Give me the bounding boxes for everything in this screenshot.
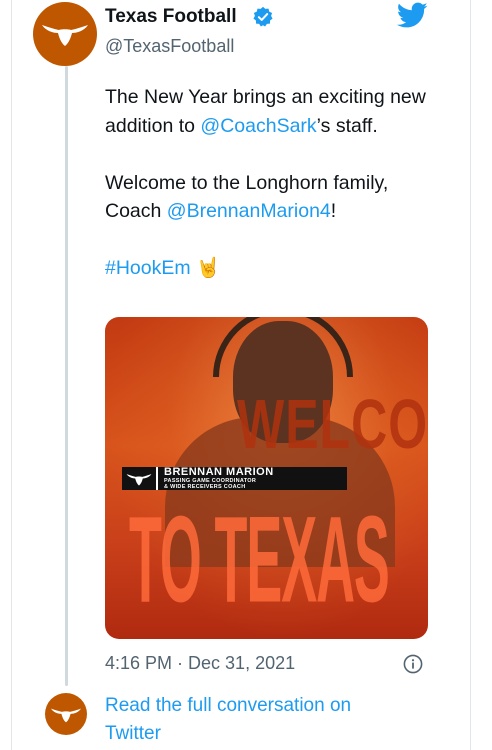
nameplate-info: BRENNAN MARION PASSING GAME COORDINATOR …	[158, 465, 274, 491]
longhorn-logo-icon	[126, 473, 152, 485]
tweet-paragraph-3: #HookEm 🤘	[105, 254, 435, 283]
account-display-name[interactable]: Texas Football	[105, 6, 237, 28]
tweet-text-segment: !	[330, 200, 337, 222]
mention-brennanmarion4-link[interactable]: @BrennanMarion4	[167, 200, 331, 222]
info-icon[interactable]	[403, 654, 423, 674]
tweet-timestamp[interactable]: 4:16 PM · Dec 31, 2021	[105, 653, 295, 674]
twitter-bird-icon[interactable]	[397, 2, 428, 29]
card-right-border	[470, 0, 471, 750]
longhorn-logo-icon	[51, 708, 81, 722]
thread-connector-line	[65, 66, 68, 686]
welcome-overlay-text: WELCOME	[237, 384, 428, 464]
tweet-text-segment: ’s staff.	[316, 114, 378, 137]
profile-avatar[interactable]	[33, 2, 97, 66]
card-left-border	[11, 0, 12, 750]
hashtag-hookem-link[interactable]: #HookEm	[105, 257, 191, 279]
read-full-conversation-link[interactable]: Read the full conversation on Twitter	[105, 692, 405, 748]
tweet-paragraph-2: Welcome to the Longhorn family, Coach @B…	[105, 169, 435, 226]
coach-nameplate: BRENNAN MARION PASSING GAME COORDINATOR …	[122, 465, 347, 491]
rock-hand-emoji: 🤘	[196, 257, 221, 279]
account-handle[interactable]: @TexasFootball	[105, 36, 234, 57]
nameplate-logo	[122, 467, 158, 490]
tweet-body: The New Year brings an exciting new addi…	[105, 83, 435, 311]
coach-role-line-2: & WIDE RECEIVERS COACH	[164, 484, 246, 490]
to-texas-overlay-text: TO TEXAS	[129, 490, 390, 628]
coach-name: BRENNAN MARION	[164, 465, 274, 478]
verified-badge-icon	[253, 6, 273, 27]
longhorn-logo-icon	[42, 25, 88, 46]
mention-coachsark-link[interactable]: @CoachSark	[200, 115, 316, 137]
tweet-media-image[interactable]: WELCOME TO TEXAS BRENNAN MARION PASSING …	[105, 317, 428, 639]
profile-avatar-small[interactable]	[45, 693, 87, 735]
tweet-paragraph-1: The New Year brings an exciting new addi…	[105, 83, 435, 140]
